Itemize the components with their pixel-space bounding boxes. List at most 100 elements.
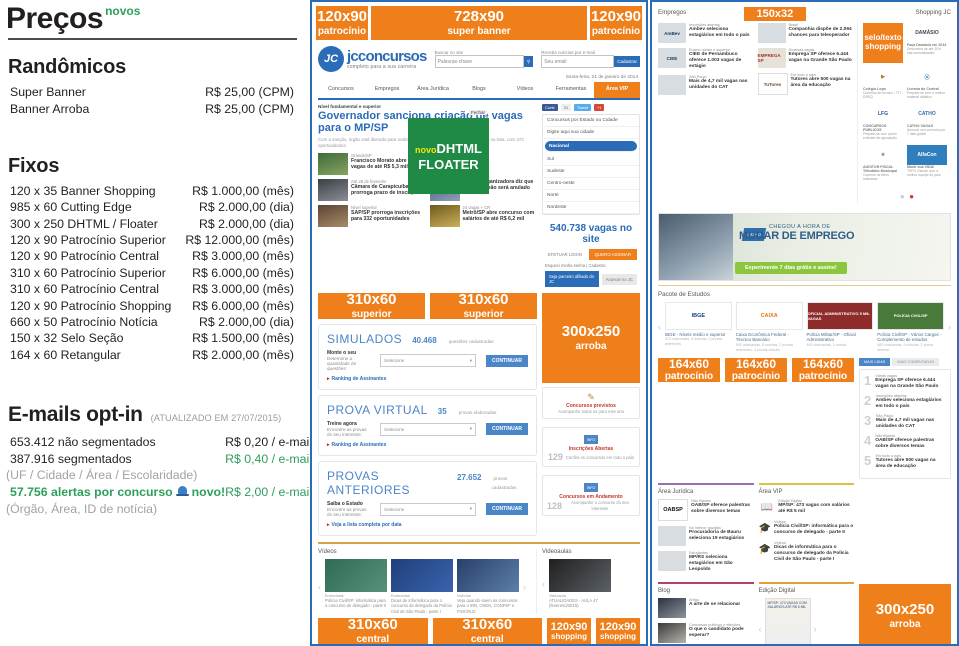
carousel-dot-inactive[interactable]: ●: [900, 192, 905, 201]
shop-item[interactable]: ★ AUDITOR FISCAL Tributário Municipal Co…: [863, 145, 903, 182]
state-item-norte[interactable]: Norte: [543, 190, 639, 202]
list-item[interactable]: OABSP Não filiados OAB/SP oferece palest…: [658, 499, 754, 522]
state-item-nordeste[interactable]: Nordeste: [543, 202, 639, 214]
pacote-card[interactable]: CAIXA Caixa Econômica Federal - Técnico …: [735, 301, 803, 353]
facebook-like-button[interactable]: Curtir: [542, 104, 558, 111]
ad-slot-120x90-shopping-1[interactable]: 120x90 shopping: [547, 618, 591, 644]
ad-slot-310x60-superior-2[interactable]: 310x60 superior: [430, 291, 537, 320]
list-item[interactable]: Artigo A arte de se relacionar: [658, 598, 754, 619]
list-item[interactable]: 📖 Edição Digital MP/SP: 473 vagas com sa…: [759, 499, 855, 515]
list-item[interactable]: Estudantes MP/RS seleciona estagiários e…: [658, 551, 754, 573]
nav-item-area-vip[interactable]: Área VIP: [594, 82, 640, 98]
tab-mais-lidas[interactable]: MAIS LIDAS: [859, 358, 891, 367]
magazine-cover[interactable]: MP/SP: 473 VAGAS COM SALÁRIOS ATÉ R$ 5 M…: [764, 598, 811, 644]
twitter-tweet-button[interactable]: Tweet: [574, 104, 591, 111]
video-card[interactable]: Entrevistas Polícia Civil/SP: informátic…: [325, 559, 387, 609]
carousel-dots[interactable]: ● ●: [863, 186, 951, 204]
search-input[interactable]: Palavras-chave: [434, 55, 524, 68]
chevron-left-icon[interactable]: ‹: [759, 624, 762, 634]
ad-slot-310x60-central-2[interactable]: 310x60 central: [432, 617, 542, 644]
carousel-dot-active[interactable]: ●: [909, 192, 914, 201]
ad-slot-310x60-central-1[interactable]: 310x60 central: [318, 617, 428, 644]
shop-item[interactable]: ▶ Colégio Lopo Cursinho de tecnico / TTI…: [863, 67, 903, 100]
ad-slot-300x250-arroba[interactable]: 300x250 arroba: [542, 293, 640, 383]
nav-item-ferramentas[interactable]: Ferramentas: [548, 82, 594, 98]
card-concursos-previstos[interactable]: ✎ Concursos previstos Acompanhe todos os…: [542, 387, 640, 420]
chevron-right-icon[interactable]: ›: [814, 624, 817, 634]
selo-shopping-ad[interactable]: selo/texto shopping: [863, 23, 903, 63]
shop-item[interactable]: LFG CONCURSOS PÚBLICOS Prepare-se com qu…: [863, 104, 903, 141]
search-icon[interactable]: ⚲: [524, 56, 534, 67]
catho-cta-button[interactable]: Experimente 7 dias grátis e assine!: [735, 261, 847, 274]
provas-anteriores-continue-button[interactable]: CONTINUAR: [486, 503, 528, 515]
provas-anteriores-list-link[interactable]: Veja a lista completa por data: [327, 522, 528, 528]
list-item[interactable]: CIEE Ensino médio e superior CIEE de Per…: [658, 48, 753, 70]
chevron-left-icon[interactable]: ‹: [542, 579, 545, 589]
advertise-button[interactable]: Anuncie no JC: [601, 273, 637, 285]
login-button[interactable]: EFETUAR LOGIN: [545, 251, 586, 258]
card-concursos-andamento[interactable]: INFO Concursos em Andamento 128 Acompanh…: [542, 475, 640, 517]
pacote-card[interactable]: IBGE IBGE - Níveis médio e superior 473 …: [665, 301, 732, 347]
tab-mais-comentadas[interactable]: MAIS COMENTADAS: [892, 358, 940, 367]
site-logo[interactable]: JC jcconcursos completo para a sua carre…: [318, 46, 427, 72]
simulados-select[interactable]: Selecione ▾: [380, 354, 476, 367]
googleplus-button[interactable]: +1: [593, 104, 605, 111]
ad-slot-120x90-shopping-2[interactable]: 120x90 shopping: [596, 618, 640, 644]
list-item[interactable]: São Paulo Mais de 4,7 mil vagas nas unid…: [658, 74, 753, 95]
ad-slot-728x90[interactable]: 728x90 super banner: [371, 6, 587, 40]
ad-slot-120x90-right[interactable]: 120x90 patrocínio: [590, 6, 642, 40]
shop-item[interactable]: CATHO CATHO VAGAS Anuncie seu currículo …: [907, 104, 947, 141]
subscribe-button[interactable]: QUERO ASSINAR: [588, 249, 637, 260]
list-item[interactable]: 2 Inscrições abertas Ambev seleciona est…: [864, 394, 946, 410]
shop-item[interactable]: ⦿ Livraria do Central Prepare-se com o m…: [907, 67, 947, 100]
shop-item[interactable]: AlfaCon Mude sua VIDA! TRF3: Estude com …: [907, 144, 947, 182]
simulados-ranking-link[interactable]: Ranking de Assinantes: [327, 376, 528, 382]
state-item-sudeste[interactable]: Sudeste: [543, 166, 639, 178]
shop-item[interactable]: DAMÁSIO Faça Damásio em 2014 Descontos d…: [907, 23, 947, 63]
prova-virtual-continue-button[interactable]: CONTINUAR: [486, 423, 528, 435]
state-item-centro-oeste[interactable]: Centro-oeste: [543, 178, 639, 190]
list-item[interactable]: TuTores Em todo o país Tutores abre 500 …: [757, 73, 853, 95]
list-item[interactable]: 1 Várias vagas Emprega SP oferece 6.444 …: [864, 374, 946, 390]
pacote-card[interactable]: OFICIAL ADMINISTRATIVO 5 MIL VAGAS Políc…: [806, 301, 874, 348]
account-links[interactable]: Esqueci minha senha | Cadastro: [542, 262, 640, 269]
nav-item-videos[interactable]: Vídeos: [502, 82, 548, 98]
state-item-nacional[interactable]: Nacional: [545, 141, 637, 152]
list-item[interactable]: Concursos públicos e eleições O que o ca…: [658, 623, 754, 644]
nav-item-area-juridica[interactable]: Área Jurídica: [410, 82, 456, 98]
video-card[interactable]: Entrevistas Dicas de informática para o …: [391, 559, 453, 614]
prova-virtual-select[interactable]: Selecione ▾: [380, 422, 476, 436]
ad-slot-300x250-arroba-right[interactable]: 300x250 arroba: [859, 584, 951, 644]
list-item[interactable]: 4 Não filiados OAB/SP oferece palestras …: [864, 434, 946, 450]
nav-item-empregos[interactable]: Empregos: [364, 82, 410, 98]
chevron-right-icon[interactable]: ›: [948, 322, 951, 332]
ad-slot-150x32-selo[interactable]: 150x32: [743, 7, 806, 21]
list-item[interactable]: 5 Em todo o país Tutores abre 500 vagas …: [864, 454, 946, 470]
list-item[interactable]: EMPREGA SP Diversas vagas Emprega SP ofe…: [757, 48, 853, 68]
dhtml-floater-ad[interactable]: Fechar novoDHTML FLOATER: [408, 110, 489, 194]
ad-slot-120x90-left[interactable]: 120x90 patrocínio: [316, 6, 368, 40]
list-item[interactable]: Brasil Companhia dispõe de 2.094 chances…: [757, 23, 853, 43]
nav-item-blogs[interactable]: Blogs: [456, 82, 502, 98]
video-card[interactable]: Notícias Veja quando saem os concursos p…: [457, 559, 519, 614]
newsletter-email-input[interactable]: Seu email: [541, 55, 615, 68]
list-item[interactable]: Nível superior SAP/SP prorroga inscriçõe…: [318, 204, 426, 227]
list-item[interactable]: No interior paulista Procuradoria de Bau…: [658, 526, 754, 547]
list-item[interactable]: 3 São Paulo Mais de 4,7 mil vagas nas un…: [864, 414, 946, 430]
simulados-continue-button[interactable]: CONTINUAR: [486, 354, 528, 367]
card-inscricoes-abertas[interactable]: INFO Inscrições Abertas 129 Confira os c…: [542, 427, 640, 468]
list-item[interactable]: AmBev Inscrições abertas Ambev seleciona…: [658, 23, 753, 43]
chevron-left-icon[interactable]: ‹: [658, 322, 661, 332]
city-input[interactable]: Digite aqui sua cidade: [543, 127, 639, 139]
close-icon[interactable]: Fechar: [468, 110, 487, 115]
state-item-sul[interactable]: Sul: [543, 154, 639, 166]
newsletter-submit-button[interactable]: Cadastrar: [614, 56, 641, 67]
ad-slot-164x60-3[interactable]: 164x60 patrocínio: [792, 357, 854, 382]
ad-slot-310x60-superior-1[interactable]: 310x60 superior: [318, 291, 425, 320]
ad-slot-164x60-1[interactable]: 164x60 patrocínio: [658, 357, 720, 382]
chevron-left-icon[interactable]: ‹: [318, 582, 321, 592]
catho-ad-banner[interactable]: CATHO CHEGOU A HORA DE MUDAR DE EMPREGO …: [658, 212, 951, 281]
list-item[interactable]: 🎓 Vídeos Polícia Civil/SP: informática p…: [759, 520, 855, 536]
prova-virtual-ranking-link[interactable]: Ranking de Assinantes: [327, 442, 528, 448]
videoaula-card[interactable]: Videoaula ATUALIDADES - AULA 47 (feverei…: [549, 559, 611, 609]
